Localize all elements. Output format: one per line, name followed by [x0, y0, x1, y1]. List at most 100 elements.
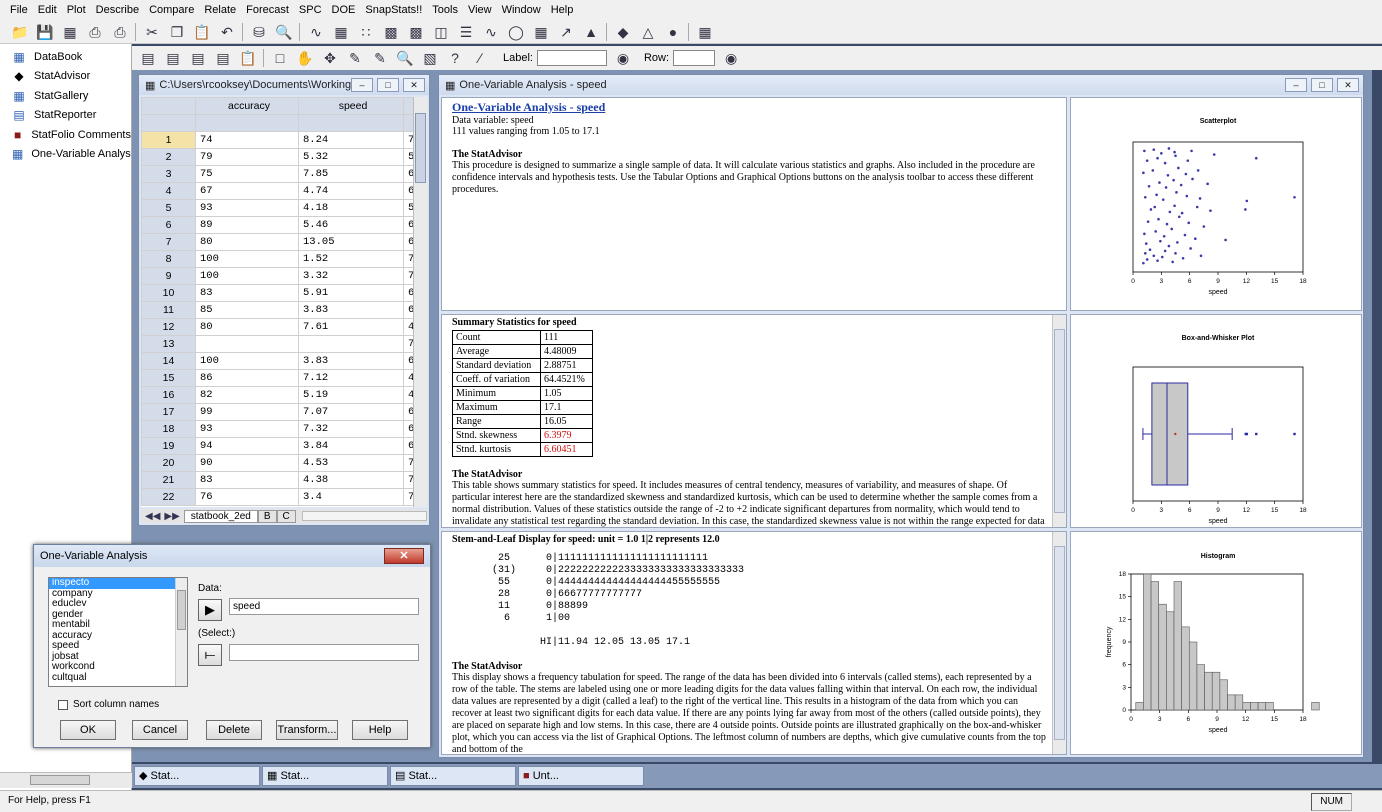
select-region-icon[interactable]: □ — [270, 49, 290, 67]
cell-accuracy[interactable]: 86 — [195, 369, 299, 387]
columns-icon[interactable]: ▤ — [163, 49, 183, 67]
delete-button[interactable]: Delete — [206, 720, 262, 740]
add-select-arrow-button[interactable]: ⟝ — [198, 644, 222, 666]
scatter-icon[interactable]: ∷ — [356, 23, 376, 41]
menu-snapstats[interactable]: SnapStats!! — [365, 4, 422, 16]
trend-icon[interactable]: ↗ — [556, 23, 576, 41]
cell-speed[interactable]: 7.32 — [298, 420, 404, 438]
nav-databook[interactable]: ▦ DataBook — [0, 47, 131, 67]
cell-next[interactable]: 5 — [403, 199, 413, 217]
nav-one-variable-analysis[interactable]: ▦ One-Variable Analysis - s — [0, 145, 131, 165]
pencil-icon[interactable]: ✎ — [345, 49, 365, 67]
row-number[interactable]: 9 — [141, 267, 196, 285]
cell-speed[interactable]: 7.12 — [298, 369, 404, 387]
data-input[interactable]: speed — [229, 598, 419, 615]
row-number[interactable]: 10 — [141, 284, 196, 302]
row-number[interactable]: 14 — [141, 352, 196, 370]
menu-doe[interactable]: DOE — [332, 4, 356, 16]
row-number[interactable]: 22 — [141, 488, 196, 506]
save-icon[interactable]: 💾 — [35, 23, 55, 41]
cell-speed[interactable]: 3.32 — [298, 267, 404, 285]
nav-statgallery[interactable]: ▦ StatGallery — [0, 86, 131, 106]
ok-button[interactable]: OK — [60, 720, 116, 740]
variable-list-item[interactable]: workcond — [49, 661, 187, 673]
cell-next[interactable]: 6 — [403, 420, 413, 438]
nav-horizontal-scrollbar[interactable] — [0, 772, 132, 788]
first-sheet-icon[interactable]: ◀◀ — [145, 511, 160, 522]
grid-horizontal-scrollbar[interactable] — [301, 511, 427, 521]
cell-next[interactable]: 4 — [403, 386, 413, 404]
cell-next[interactable]: 7 — [403, 267, 413, 285]
cell-accuracy[interactable]: 93 — [195, 420, 299, 438]
stem-leaf-pane-scrollbar[interactable] — [1052, 532, 1066, 754]
row-number[interactable]: 7 — [141, 233, 196, 251]
variable-list-item[interactable]: educlev — [49, 598, 187, 610]
menu-describe[interactable]: Describe — [96, 4, 139, 16]
cell-accuracy[interactable]: 100 — [195, 267, 299, 285]
select-input[interactable] — [229, 644, 419, 661]
query-icon[interactable]: ? — [445, 49, 465, 67]
variable-list-item[interactable]: mentabil — [49, 619, 187, 631]
transform-button[interactable]: Transform... — [276, 720, 338, 740]
label-input[interactable] — [536, 50, 607, 66]
analysis-window-titlebar[interactable]: ▦ One-Variable Analysis - speed – □ ✕ — [439, 75, 1363, 95]
cell-speed[interactable]: 7.07 — [298, 403, 404, 421]
row-number[interactable]: 13 — [141, 335, 196, 353]
cell-accuracy[interactable]: 75 — [195, 165, 299, 183]
nav-statadvisor[interactable]: ◆ StatAdvisor — [0, 67, 131, 87]
nav-statfolio-comments[interactable]: ■ StatFolio Comments — [0, 125, 131, 145]
zoom-icon[interactable]: 🔍 — [274, 23, 294, 41]
scrollbar-thumb[interactable] — [30, 775, 90, 785]
globe-icon[interactable]: ◯ — [506, 23, 526, 41]
row-number[interactable]: 15 — [141, 369, 196, 387]
cell-speed[interactable]: 4.53 — [298, 454, 404, 472]
row-number[interactable]: 5 — [141, 199, 196, 217]
hand-icon[interactable]: ✋ — [295, 49, 315, 67]
histogram-pane[interactable]: Histogram 0 3 6 9 12 15 18 0 3 6 9 12 15 18 speed freque… — [1070, 531, 1362, 755]
scrollbar-thumb[interactable] — [177, 590, 186, 630]
menu-edit[interactable]: Edit — [38, 4, 57, 16]
scrollbar-thumb[interactable] — [1054, 546, 1065, 740]
cell-speed[interactable]: 7.61 — [298, 318, 404, 336]
spreadsheet-icon[interactable]: ▦ — [60, 23, 80, 41]
statistics-pane-scrollbar[interactable] — [1052, 315, 1066, 527]
cell-next[interactable]: 6 — [403, 352, 413, 370]
cell-accuracy[interactable]: 100 — [195, 250, 299, 268]
print-icon[interactable]: ⎙ — [110, 23, 130, 41]
minimized-window-3[interactable]: ▤ Stat... — [390, 766, 516, 786]
row-input[interactable] — [673, 50, 716, 66]
maximize-button[interactable]: □ — [377, 78, 399, 92]
cell-next[interactable]: 6 — [403, 403, 413, 421]
advisor-icon[interactable]: ◆ — [613, 23, 633, 41]
calculator-icon[interactable]: ▦ — [695, 23, 715, 41]
menu-plot[interactable]: Plot — [67, 4, 86, 16]
grid-plot-icon[interactable]: ▦ — [531, 23, 551, 41]
menu-window[interactable]: Window — [502, 4, 541, 16]
pattern-icon[interactable]: ▧ — [420, 49, 440, 67]
cell-speed[interactable]: 5.32 — [298, 148, 404, 166]
cell-accuracy[interactable]: 90 — [195, 454, 299, 472]
cell-next[interactable]: 4 — [403, 318, 413, 336]
dialog-close-button[interactable]: ✕ — [384, 548, 424, 564]
cell-accuracy[interactable]: 76 — [195, 488, 299, 506]
cell-speed[interactable]: 13.05 — [298, 233, 404, 251]
menu-relate[interactable]: Relate — [204, 4, 236, 16]
cell-speed[interactable]: 3.83 — [298, 352, 404, 370]
menu-tools[interactable]: Tools — [432, 4, 458, 16]
database-icon[interactable]: ⛁ — [249, 23, 269, 41]
column-header-next[interactable] — [403, 97, 413, 115]
cell-speed[interactable]: 1.52 — [298, 250, 404, 268]
analysis-heading[interactable]: One-Variable Analysis - speed — [452, 100, 1056, 115]
sheet-icon[interactable]: ▤ — [213, 49, 233, 67]
minimized-window-4[interactable]: ■ Unt... — [518, 766, 644, 786]
sort-checkbox[interactable] — [58, 699, 68, 710]
row-number[interactable]: 1 — [141, 131, 196, 149]
cell-speed[interactable]: 4.38 — [298, 471, 404, 489]
row-number[interactable]: 18 — [141, 420, 196, 438]
data-window-titlebar[interactable]: ▦ C:\Users\rcooksey\Documents\Working Dr… — [139, 75, 429, 95]
control-chart-icon[interactable]: ∿ — [481, 23, 501, 41]
cell-next[interactable]: 7 — [403, 131, 413, 149]
bar-chart-icon[interactable]: ▩ — [381, 23, 401, 41]
row-number[interactable]: 6 — [141, 216, 196, 234]
menu-spc[interactable]: SPC — [299, 4, 322, 16]
